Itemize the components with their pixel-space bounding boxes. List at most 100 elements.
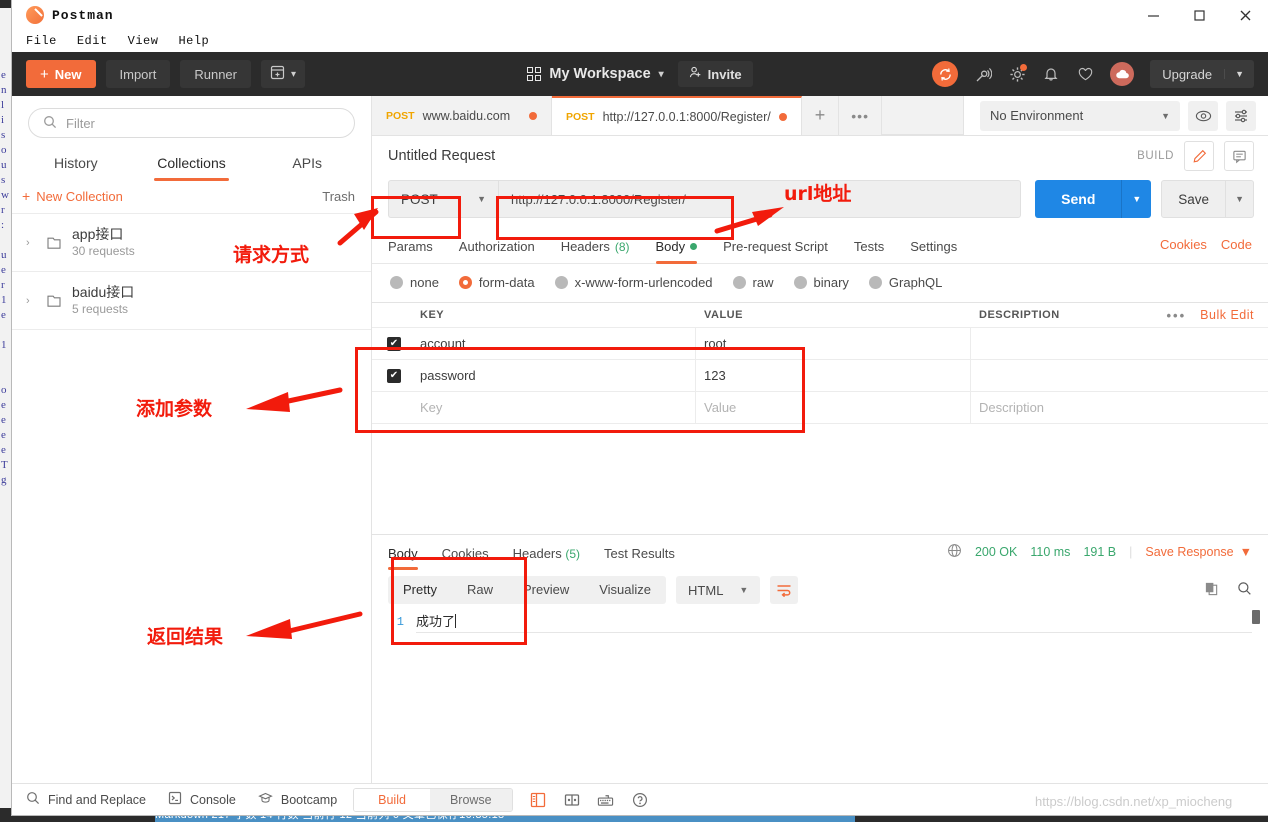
two-pane-layout-icon[interactable] xyxy=(529,791,547,809)
search-icon[interactable] xyxy=(1237,581,1252,599)
help-icon[interactable] xyxy=(631,791,649,809)
close-button[interactable] xyxy=(1222,0,1268,30)
minimize-button[interactable] xyxy=(1130,0,1176,30)
workspace-selector[interactable]: My Workspace ▾ xyxy=(527,66,664,82)
response-tab-body[interactable]: Body xyxy=(388,543,418,570)
tab-options-button[interactable]: ••• xyxy=(839,96,882,135)
wrap-lines-button[interactable] xyxy=(770,576,799,604)
environment-quick-look-button[interactable] xyxy=(1188,100,1218,131)
send-button[interactable]: Send xyxy=(1035,180,1122,218)
response-format-selector[interactable]: HTML ▼ xyxy=(676,576,761,604)
split-layout-icon[interactable] xyxy=(563,791,581,809)
environment-settings-button[interactable] xyxy=(1226,100,1256,131)
edit-pencil-button[interactable] xyxy=(1184,141,1214,171)
tab-settings[interactable]: Settings xyxy=(910,234,957,263)
settings-gear-icon[interactable] xyxy=(1008,64,1028,83)
menu-file[interactable]: File xyxy=(26,34,57,48)
sidebar-tab-history[interactable]: History xyxy=(18,146,134,181)
new-collection-button[interactable]: + New Collection xyxy=(22,188,123,204)
keyboard-shortcuts-icon[interactable] xyxy=(597,791,615,809)
response-tab-headers[interactable]: Headers (5) xyxy=(513,543,580,570)
response-body-line[interactable]: 成功了 xyxy=(416,612,1252,633)
request-tab-register[interactable]: POST http://127.0.0.1:8000/Register/ xyxy=(552,96,802,135)
sidebar-tab-collections[interactable]: Collections xyxy=(134,146,250,181)
tab-tests[interactable]: Tests xyxy=(854,234,884,263)
table-row-placeholder[interactable]: Key Value Description xyxy=(372,391,1268,423)
table-options-button[interactable]: ••• xyxy=(1167,308,1187,323)
chevron-right-icon[interactable]: › xyxy=(26,237,36,249)
row-description[interactable] xyxy=(971,360,1268,391)
table-row[interactable]: ✔ password 123 xyxy=(372,359,1268,391)
add-tab-button[interactable]: + xyxy=(801,96,840,135)
bootcamp-button[interactable]: Bootcamp xyxy=(258,791,337,808)
avatar[interactable] xyxy=(1110,62,1135,86)
import-button[interactable]: Import xyxy=(105,60,171,88)
chevron-right-icon[interactable]: › xyxy=(26,295,36,307)
browse-button[interactable]: Browse xyxy=(429,788,512,811)
comment-button[interactable] xyxy=(1224,141,1254,171)
environment-selector[interactable]: No Environment ▼ xyxy=(980,100,1180,131)
menu-view[interactable]: View xyxy=(128,34,159,48)
radio-binary[interactable]: binary xyxy=(793,275,849,290)
row-description[interactable] xyxy=(971,328,1268,359)
bulk-edit-button[interactable]: Bulk Edit xyxy=(1200,308,1254,322)
view-tab-preview[interactable]: Preview xyxy=(508,576,584,604)
code-link[interactable]: Code xyxy=(1221,237,1252,252)
invite-button[interactable]: Invite xyxy=(677,61,753,87)
view-tab-raw[interactable]: Raw xyxy=(452,576,508,604)
row-checkbox[interactable]: ✔ xyxy=(387,336,401,351)
menu-edit[interactable]: Edit xyxy=(77,34,108,48)
tab-headers[interactable]: Headers (8) xyxy=(561,234,630,263)
view-tab-pretty[interactable]: Pretty xyxy=(388,576,452,604)
menu-help[interactable]: Help xyxy=(178,34,209,48)
maximize-button[interactable] xyxy=(1176,0,1222,30)
row-key[interactable]: password xyxy=(416,360,696,391)
response-tab-test-results[interactable]: Test Results xyxy=(604,543,675,570)
view-tab-visualize[interactable]: Visualize xyxy=(584,576,666,604)
radio-raw[interactable]: raw xyxy=(732,275,774,290)
trash-button[interactable]: Trash xyxy=(322,189,355,204)
radio-graphql[interactable]: GraphQL xyxy=(868,275,942,290)
tab-body[interactable]: Body xyxy=(655,234,698,264)
send-options-button[interactable]: ▼ xyxy=(1121,180,1152,218)
save-options-button[interactable]: ▼ xyxy=(1226,180,1254,218)
upgrade-button[interactable]: Upgrade ▼ xyxy=(1150,60,1254,88)
row-value[interactable]: root xyxy=(696,328,971,359)
response-tab-cookies[interactable]: Cookies xyxy=(442,543,489,570)
build-button[interactable]: Build xyxy=(354,788,430,811)
radio-form-data[interactable]: form-data xyxy=(458,275,535,290)
radio-x-www-form-urlencoded[interactable]: x-www-form-urlencoded xyxy=(554,275,713,290)
row-key[interactable]: account xyxy=(416,328,696,359)
request-tab-baidu[interactable]: POST www.baidu.com xyxy=(372,96,552,135)
tab-params[interactable]: Params xyxy=(388,234,433,263)
filter-input[interactable]: Filter xyxy=(28,108,355,138)
method-selector[interactable]: POST ▼ xyxy=(388,180,498,218)
satellite-icon[interactable] xyxy=(974,65,992,83)
cookies-link[interactable]: Cookies xyxy=(1160,237,1207,252)
new-window-button[interactable]: ▾ xyxy=(260,60,306,88)
console-button[interactable]: Console xyxy=(168,791,236,808)
heart-icon[interactable] xyxy=(1076,65,1094,83)
response-scrollbar[interactable] xyxy=(1252,610,1260,624)
find-and-replace-button[interactable]: Find and Replace xyxy=(26,791,146,808)
row-value[interactable]: 123 xyxy=(696,360,971,391)
url-input[interactable]: http://127.0.0.1:8000/Register/ xyxy=(498,180,1022,218)
radio-none[interactable]: none xyxy=(390,275,439,290)
row-value-placeholder[interactable]: Value xyxy=(696,392,971,423)
tab-pre-request-script[interactable]: Pre-request Script xyxy=(723,234,828,263)
new-button[interactable]: + New xyxy=(26,60,96,88)
collection-item-app[interactable]: › app接口 30 requests xyxy=(12,214,371,272)
sync-button[interactable] xyxy=(932,61,959,87)
save-button[interactable]: Save xyxy=(1161,180,1227,218)
tab-authorization[interactable]: Authorization xyxy=(459,234,535,263)
sidebar-tab-apis[interactable]: APIs xyxy=(249,146,365,181)
copy-icon[interactable] xyxy=(1204,581,1219,599)
bell-icon[interactable] xyxy=(1042,65,1060,83)
collection-item-baidu[interactable]: › baidu接口 5 requests xyxy=(12,272,371,330)
row-description-placeholder[interactable]: Description xyxy=(971,392,1268,423)
table-row[interactable]: ✔ account root xyxy=(372,327,1268,359)
runner-button[interactable]: Runner xyxy=(180,60,251,88)
row-key-placeholder[interactable]: Key xyxy=(416,392,696,423)
row-checkbox[interactable]: ✔ xyxy=(387,368,401,383)
save-response-button[interactable]: Save Response ▼ xyxy=(1145,545,1252,559)
